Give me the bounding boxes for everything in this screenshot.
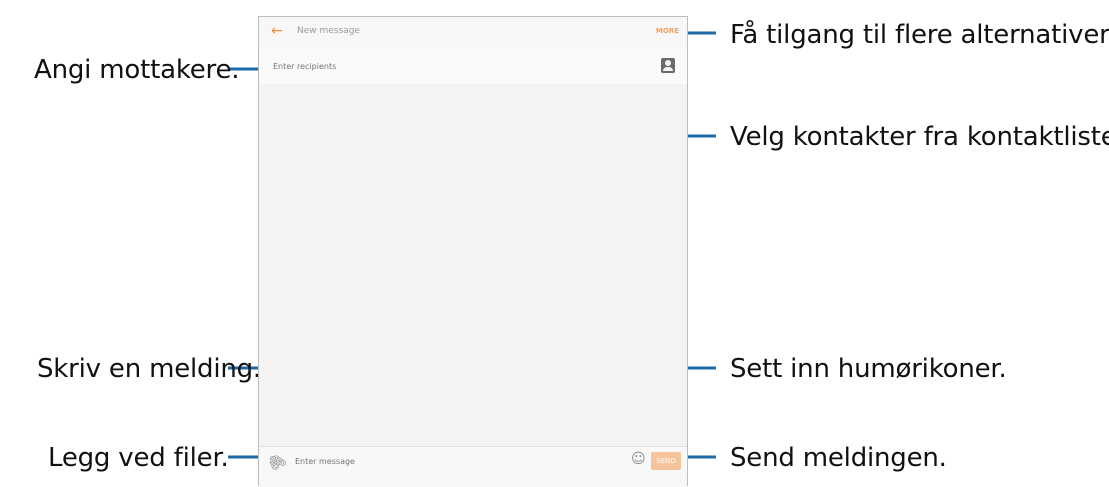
contact-icon[interactable] (661, 58, 675, 73)
screen-title: New message (297, 26, 360, 36)
paperclip-icon[interactable]: 🖇 (263, 449, 289, 475)
back-arrow-icon[interactable]: ← (271, 23, 283, 39)
emoticon-icon[interactable]: ☺ (631, 451, 646, 467)
callout-send-message: Send meldingen. (730, 443, 947, 473)
recipients-bar (259, 48, 687, 85)
callout-select-contacts: Velg kontakter fra kontaktlisten. (730, 122, 1109, 152)
recipient-input[interactable] (273, 62, 633, 71)
callout-insert-emoticons: Sett inn humørikoner. (730, 354, 1007, 384)
callout-enter-recipients: Angi mottakere. (34, 55, 240, 85)
callout-write-message: Skriv en melding. (37, 354, 261, 384)
conversation-area (259, 84, 687, 446)
composer-bar: 🖇 ☺ SEND (259, 446, 687, 487)
message-compose-screen: ← New message MORE 🖇 ☺ SEND (258, 16, 688, 487)
callout-more-options: Få tilgang til flere alternativer. (730, 20, 1109, 50)
more-button[interactable]: MORE (656, 27, 679, 35)
send-button[interactable]: SEND (651, 452, 681, 470)
contact-icon-body (663, 67, 673, 71)
contact-icon-head (665, 60, 671, 66)
app-bar: ← New message MORE (259, 17, 687, 49)
message-input[interactable] (295, 457, 595, 466)
callout-attach-files: Legg ved filer. (48, 443, 229, 473)
